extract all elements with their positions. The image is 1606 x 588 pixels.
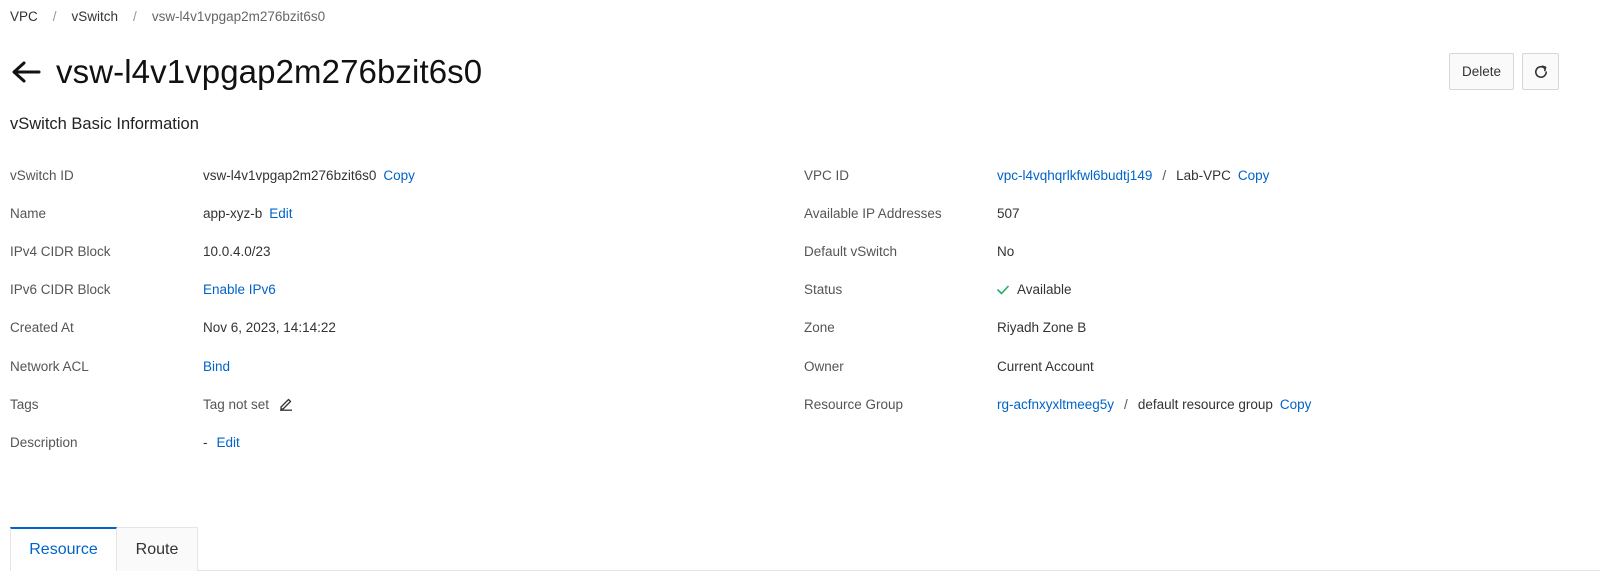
- info-label: Default vSwitch: [804, 243, 898, 259]
- info-label: Description: [10, 434, 78, 450]
- info-label: Available IP Addresses: [804, 205, 942, 221]
- breadcrumb-item-current: vsw-l4v1vpgap2m276bzit6s0: [151, 9, 326, 24]
- info-label: Resource Group: [804, 396, 904, 412]
- vpc-id-link[interactable]: vpc-l4vqhqrlkfwl6budtj149: [997, 168, 1152, 183]
- info-label: IPv6 CIDR Block: [10, 282, 111, 298]
- copy-resource-group-button[interactable]: Copy: [1280, 397, 1312, 412]
- tab-resource[interactable]: Resource: [10, 527, 117, 571]
- created-at-value: Nov 6, 2023, 14:14:22: [203, 320, 336, 336]
- name-value: app-xyz-b: [203, 205, 263, 221]
- vswitch-id-value: vsw-l4v1vpgap2m276bzit6s0: [203, 167, 377, 183]
- info-label: IPv4 CIDR Block: [10, 243, 111, 259]
- check-icon: [997, 285, 1009, 294]
- ipv4-value: 10.0.4.0/23: [203, 243, 271, 259]
- info-row-zone: Zone Riyadh Zone B: [804, 309, 1564, 347]
- info-row-owner: Owner Current Account: [804, 347, 1564, 385]
- refresh-button[interactable]: [1522, 53, 1559, 90]
- info-row-default-vswitch: Default vSwitch No: [804, 232, 1564, 270]
- tab-route[interactable]: Route: [116, 527, 198, 571]
- info-label: Owner: [804, 358, 844, 374]
- info-label: Created At: [10, 320, 74, 336]
- zone-value: Riyadh Zone B: [997, 320, 1087, 336]
- info-label: VPC ID: [804, 167, 850, 183]
- edit-description-button[interactable]: Edit: [217, 435, 240, 450]
- delete-button[interactable]: Delete: [1449, 53, 1514, 90]
- info-row-vswitch-id: vSwitch ID vsw-l4v1vpgap2m276bzit6s0 Cop…: [10, 156, 770, 194]
- info-label: Tags: [10, 396, 39, 412]
- available-ips-value: 507: [997, 205, 1020, 221]
- detail-tabs: Resource Route: [10, 527, 1600, 571]
- breadcrumb-item-vswitch[interactable]: vSwitch: [72, 9, 119, 24]
- info-row-name: Name app-xyz-b Edit: [10, 194, 770, 232]
- back-button[interactable]: [10, 56, 42, 88]
- breadcrumb-item-vpc[interactable]: VPC: [10, 9, 38, 24]
- separator: /: [1124, 396, 1128, 412]
- info-label: Name: [10, 205, 47, 221]
- info-row-resource-group: Resource Group rg-acfnxyxltmeeg5y / defa…: [804, 385, 1564, 423]
- page-title: vsw-l4v1vpgap2m276bzit6s0: [56, 53, 483, 90]
- info-label: Status: [804, 282, 843, 298]
- info-label: Network ACL: [10, 358, 89, 374]
- info-row-status: Status Available: [804, 271, 1564, 309]
- info-row-created-at: Created At Nov 6, 2023, 14:14:22: [10, 309, 770, 347]
- info-row-description: Description - Edit: [10, 423, 770, 461]
- info-row-ipv6: IPv6 CIDR Block Enable IPv6: [10, 271, 770, 309]
- default-vswitch-value: No: [997, 243, 1015, 259]
- copy-vpc-id-button[interactable]: Copy: [1238, 168, 1270, 183]
- info-row-vpc-id: VPC ID vpc-l4vqhqrlkfwl6budtj149 / Lab-V…: [804, 156, 1564, 194]
- header-actions: Delete: [1449, 53, 1559, 90]
- basic-info-right: VPC ID vpc-l4vqhqrlkfwl6budtj149 / Lab-V…: [804, 156, 1564, 423]
- breadcrumb-separator: /: [133, 9, 137, 24]
- enable-ipv6-link[interactable]: Enable IPv6: [203, 282, 276, 297]
- info-row-tags: Tags Tag not set: [10, 385, 770, 423]
- tags-value: Tag not set: [203, 396, 270, 412]
- info-label: Zone: [804, 320, 835, 336]
- info-row-ipv4: IPv4 CIDR Block 10.0.4.0/23: [10, 232, 770, 270]
- edit-name-button[interactable]: Edit: [269, 206, 292, 221]
- description-value: -: [203, 434, 208, 450]
- owner-value: Current Account: [997, 358, 1094, 374]
- breadcrumb-separator: /: [52, 9, 57, 24]
- arrow-left-icon: [12, 61, 41, 83]
- status-value: Available: [1017, 282, 1072, 298]
- page-header: vsw-l4v1vpgap2m276bzit6s0: [10, 50, 482, 94]
- basic-info-left: vSwitch ID vsw-l4v1vpgap2m276bzit6s0 Cop…: [10, 156, 770, 462]
- info-label: vSwitch ID: [10, 167, 74, 183]
- resource-group-link[interactable]: rg-acfnxyxltmeeg5y: [997, 397, 1114, 412]
- copy-vswitch-id-button[interactable]: Copy: [383, 168, 415, 183]
- breadcrumb: VPC / vSwitch / vsw-l4v1vpgap2m276bzit6s…: [10, 9, 325, 24]
- bind-acl-link[interactable]: Bind: [203, 359, 230, 374]
- edit-pencil-icon[interactable]: [279, 397, 293, 412]
- section-title: vSwitch Basic Information: [10, 115, 199, 133]
- info-row-available-ips: Available IP Addresses 507: [804, 194, 1564, 232]
- separator: /: [1162, 167, 1167, 183]
- vpc-name-value: Lab-VPC: [1176, 167, 1231, 183]
- resource-group-name: default resource group: [1137, 396, 1273, 412]
- refresh-icon: [1534, 64, 1547, 78]
- info-row-network-acl: Network ACL Bind: [10, 347, 770, 385]
